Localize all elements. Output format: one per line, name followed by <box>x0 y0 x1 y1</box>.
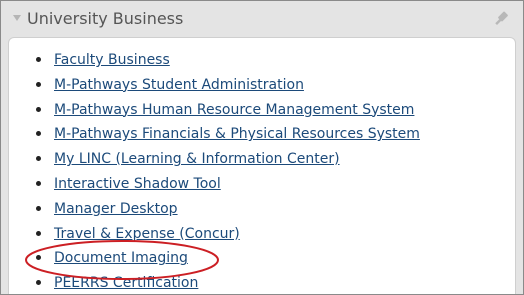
collapse-arrow-icon[interactable] <box>13 15 21 21</box>
list-item: Travel & Expense (Concur) <box>9 221 420 246</box>
link-m-pathways-hr-management-system[interactable]: M-Pathways Human Resource Management Sys… <box>54 102 414 118</box>
link-m-pathways-student-administration[interactable]: M-Pathways Student Administration <box>54 77 304 93</box>
pin-icon[interactable] <box>491 10 509 28</box>
bullet-icon <box>36 81 41 87</box>
link-m-pathways-financials[interactable]: M-Pathways Financials & Physical Resourc… <box>54 126 420 142</box>
list-item: M-Pathways Financials & Physical Resourc… <box>9 121 420 146</box>
bullet-icon <box>36 255 41 261</box>
list-item: Faculty Business <box>9 47 420 72</box>
link-document-imaging[interactable]: Document Imaging <box>54 250 188 266</box>
links-container: Faculty Business M-Pathways Student Admi… <box>8 37 516 294</box>
list-item: PEERRS Certification <box>9 270 420 294</box>
link-my-linc[interactable]: My LINC (Learning & Information Center) <box>54 151 340 167</box>
list-item: M-Pathways Student Administration <box>9 72 420 97</box>
panel-title: University Business <box>27 9 184 28</box>
bullet-icon <box>36 180 41 186</box>
bullet-icon <box>36 280 41 286</box>
bullet-icon <box>36 106 41 112</box>
link-travel-expense[interactable]: Travel & Expense (Concur) <box>54 226 240 242</box>
bullet-icon <box>36 205 41 211</box>
list-item: Interactive Shadow Tool <box>9 171 420 196</box>
university-business-panel: University Business Faculty Business M-P… <box>0 0 524 295</box>
bullet-icon <box>36 131 41 137</box>
bullet-icon <box>36 230 41 236</box>
link-manager-desktop[interactable]: Manager Desktop <box>54 201 178 217</box>
bullet-icon <box>36 156 41 162</box>
links-list: Faculty Business M-Pathways Student Admi… <box>9 47 420 294</box>
link-faculty-business[interactable]: Faculty Business <box>54 52 170 68</box>
list-item: Document Imaging <box>9 245 420 270</box>
link-interactive-shadow-tool[interactable]: Interactive Shadow Tool <box>54 176 221 192</box>
panel-header: University Business <box>1 1 523 37</box>
link-peerrs-certification[interactable]: PEERRS Certification <box>54 275 198 291</box>
bullet-icon <box>36 57 41 62</box>
list-item: Manager Desktop <box>9 196 420 221</box>
list-item: My LINC (Learning & Information Center) <box>9 146 420 171</box>
list-item: M-Pathways Human Resource Management Sys… <box>9 97 420 122</box>
